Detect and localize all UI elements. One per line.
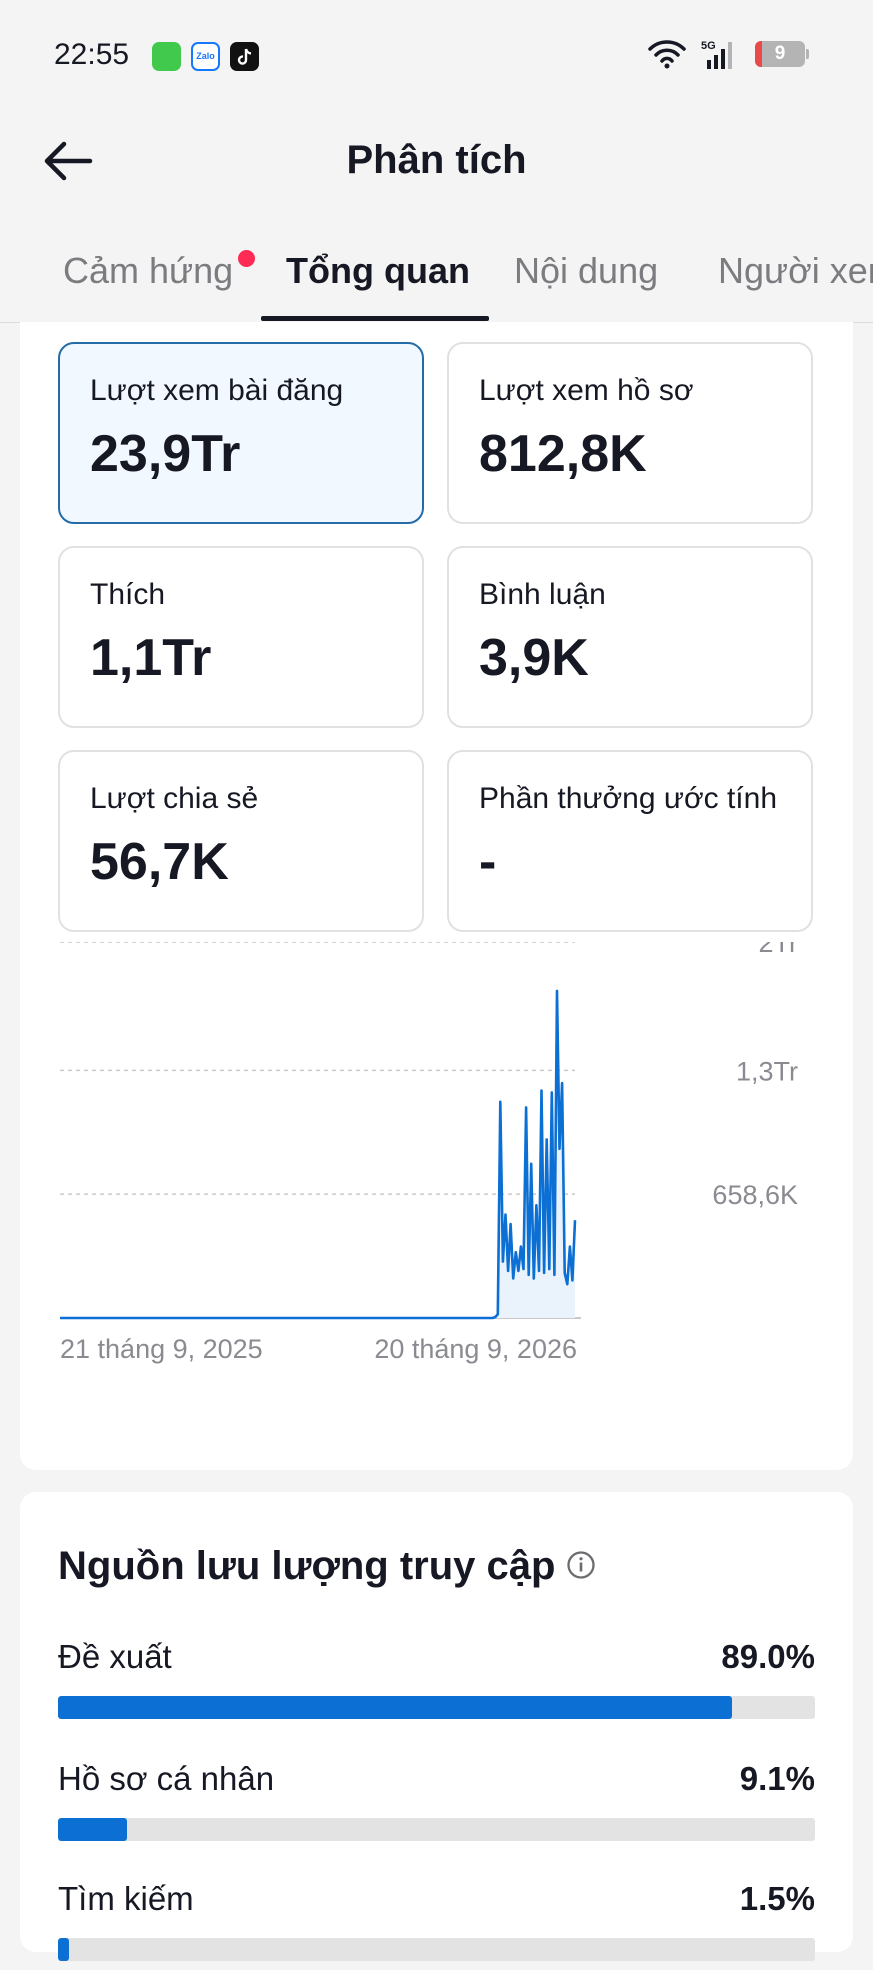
metric-card-comments[interactable]: Bình luận 3,9K — [447, 546, 813, 728]
battery-icon: 9 — [755, 41, 809, 67]
metric-value: 3,9K — [479, 629, 589, 687]
status-time: 22:55 — [54, 38, 130, 71]
metric-value: 23,9Tr — [90, 425, 241, 483]
info-icon[interactable] — [566, 1550, 596, 1580]
metric-value: 812,8K — [479, 425, 647, 483]
section-title: Nguồn lưu lượng truy cập — [58, 1544, 556, 1588]
traffic-row-search: Tìm kiếm 1.5% — [58, 1880, 815, 1970]
progress-fill — [58, 1938, 70, 1961]
y-tick-label: 2Tr — [759, 942, 799, 958]
traffic-label: Hồ sơ cá nhân — [58, 1760, 275, 1797]
battery-level: 9 — [774, 43, 786, 64]
status-bar: 22:55 Zalo 5G 9 — [0, 0, 873, 115]
progress-fill — [58, 1696, 732, 1719]
metric-label: Lượt chia sẻ — [90, 782, 259, 815]
traffic-percent: 1.5% — [739, 1880, 815, 1917]
metric-label: Lượt xem hồ sơ — [479, 374, 694, 407]
metric-card-shares[interactable]: Lượt chia sẻ 56,7K — [58, 750, 424, 932]
page-title: Phân tích — [346, 138, 527, 182]
progress-track — [58, 1938, 815, 1961]
active-tab-indicator — [261, 316, 489, 321]
metric-card-post-views[interactable]: Lượt xem bài đăng 23,9Tr — [58, 342, 424, 524]
metric-card-profile-views[interactable]: Lượt xem hồ sơ 812,8K — [447, 342, 813, 524]
metric-label: Phần thưởng ước tính — [479, 782, 778, 815]
progress-track — [58, 1818, 815, 1841]
traffic-label: Tìm kiếm — [58, 1880, 194, 1917]
series-line — [60, 989, 577, 1320]
traffic-source-panel: Nguồn lưu lượng truy cập Đề xuất 89.0% H… — [20, 1492, 853, 1961]
metric-value: 1,1Tr — [90, 629, 212, 687]
signal-5g-icon: 5G — [701, 40, 732, 69]
y-tick-label: 658,6K — [712, 1180, 798, 1210]
metric-label: Lượt xem bài đăng — [90, 374, 344, 407]
traffic-percent: 9.1% — [739, 1760, 815, 1797]
metric-card-estimated-rewards[interactable]: Phần thưởng ước tính - — [447, 750, 813, 932]
progress-fill — [58, 1818, 127, 1841]
tiktok-app-icon — [230, 42, 259, 71]
overview-panel: Lượt xem bài đăng 23,9Tr Lượt xem hồ sơ … — [20, 322, 853, 1470]
notification-dot — [238, 250, 255, 267]
traffic-label: Đề xuất — [58, 1638, 172, 1675]
metric-label: Bình luận — [479, 578, 606, 611]
traffic-row-recommended: Đề xuất 89.0% — [58, 1638, 815, 1728]
tab-content[interactable]: Nội dung — [514, 250, 658, 292]
tab-bar: Cảm hứng Tổng quan Nội dung Người xem — [0, 230, 873, 323]
zalo-app-icon: Zalo — [191, 42, 220, 71]
messages-app-icon — [152, 42, 181, 71]
wifi-icon — [648, 40, 686, 69]
progress-track — [58, 1696, 815, 1719]
tab-viewers[interactable]: Người xem — [718, 250, 873, 292]
tab-inspiration[interactable]: Cảm hứng — [63, 250, 233, 292]
metric-card-likes[interactable]: Thích 1,1Tr — [58, 546, 424, 728]
traffic-row-profile: Hồ sơ cá nhân 9.1% — [58, 1760, 815, 1850]
metric-value: - — [479, 833, 497, 891]
x-tick-label: 21 tháng 9, 2025 — [60, 1334, 263, 1364]
y-tick-label: 1,3Tr — [736, 1056, 798, 1086]
traffic-percent: 89.0% — [721, 1638, 815, 1675]
x-tick-label: 20 tháng 9, 2026 — [374, 1334, 577, 1364]
tab-overview[interactable]: Tổng quan — [286, 250, 470, 292]
metric-value: 56,7K — [90, 833, 229, 891]
metric-label: Thích — [90, 578, 166, 611]
network-label: 5G — [701, 40, 716, 52]
